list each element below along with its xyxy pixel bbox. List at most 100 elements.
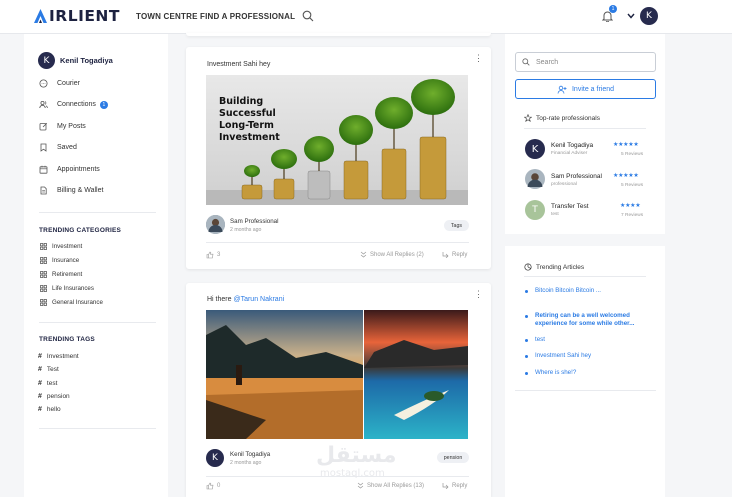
kebab-menu-icon[interactable]: ⋮ (474, 290, 483, 299)
trending-articles-label: Trending Articles (536, 263, 585, 271)
review-count[interactable]: 5 Reviews (621, 183, 643, 188)
divider (39, 428, 156, 429)
kebab-menu-icon[interactable]: ⋮ (474, 54, 483, 63)
logo-text: IRLIENT (49, 7, 120, 25)
divider (39, 212, 156, 213)
menu-item-connections[interactable]: Connections 1 (39, 100, 108, 109)
category-label: Insurance (52, 257, 80, 264)
post-author[interactable]: Sam Professional (230, 218, 279, 225)
search-input[interactable]: Search (515, 52, 656, 72)
tag-item-investment[interactable]: # Investment (38, 353, 79, 360)
hash-icon: # (38, 393, 42, 400)
post-image-caption: Building Successful Long-Term Investment (219, 96, 280, 143)
article-link[interactable]: Retiring can be a well welcomed experien… (535, 312, 650, 328)
professional-avatar[interactable]: T (525, 200, 545, 220)
post-tag-chip[interactable]: pension (437, 452, 469, 463)
post-title[interactable]: Investment Sahi hey (207, 61, 270, 68)
document-icon (40, 186, 47, 195)
category-item-general-insurance[interactable]: General Insurance (40, 299, 103, 306)
reply-icon (442, 252, 449, 258)
like-button[interactable]: 0 (206, 482, 220, 490)
tag-label: pension (46, 393, 70, 400)
trending-categories-title: TRENDING CATEGORIES (39, 227, 122, 234)
category-item-investment[interactable]: Investment (40, 243, 82, 250)
post-image[interactable]: Building Successful Long-Term Investment (206, 75, 468, 205)
professional-role: professional (551, 182, 577, 187)
users-icon (39, 100, 48, 109)
tag-item-test-lower[interactable]: # test (38, 380, 57, 387)
divider (524, 128, 646, 129)
post-time: 2 months ago (230, 460, 262, 466)
show-replies-button[interactable]: Show All Replies (13) (357, 482, 424, 489)
right-sidebar: Search Invite a friend Top-rate professi… (500, 34, 670, 497)
menu-item-billing-wallet[interactable]: Billing & Wallet (39, 186, 103, 195)
chat-icon (39, 79, 48, 88)
nav-town-centre[interactable]: TOWN CENTRE (136, 12, 198, 21)
watermark: مستقل mostaql.com (316, 443, 397, 480)
hash-icon: # (38, 380, 42, 387)
post-image-island-aerial[interactable] (364, 310, 468, 439)
professional-avatar-photo[interactable] (525, 169, 545, 189)
menu-item-courier[interactable]: Courier (39, 79, 80, 88)
reply-button[interactable]: Reply (442, 482, 467, 489)
bullet (525, 339, 528, 342)
tag-item-hello[interactable]: # hello (38, 406, 61, 413)
professional-name[interactable]: Kenil Togadiya (551, 142, 593, 149)
post-time: 2 months ago (230, 227, 262, 233)
profile-avatar[interactable]: K (38, 52, 55, 69)
notification-badge: 1 (609, 5, 617, 13)
professional-name[interactable]: Sam Professional (551, 173, 602, 180)
search-icon[interactable] (301, 9, 315, 23)
post-author[interactable]: Kenil Togadiya (230, 451, 270, 458)
chevron-down-icon[interactable] (626, 11, 636, 21)
menu-label: My Posts (57, 123, 86, 130)
professional-avatar[interactable]: K (525, 139, 545, 159)
user-avatar[interactable]: K (640, 7, 658, 25)
invite-friend-button[interactable]: Invite a friend (515, 79, 656, 99)
show-replies-button[interactable]: Show All Replies (2) (360, 251, 424, 258)
chevrons-down-icon (360, 251, 367, 258)
post-tag-chip[interactable]: Tags (444, 220, 469, 231)
category-item-insurance[interactable]: Insurance (40, 257, 79, 264)
profile-name[interactable]: Kenil Togadiya (60, 56, 113, 65)
category-item-life-insurances[interactable]: Life Insurances (40, 285, 94, 292)
menu-item-appointments[interactable]: Appointments (39, 165, 100, 174)
mention-link[interactable]: @Tarun Nakrani (233, 296, 284, 303)
like-button[interactable]: 3 (206, 251, 220, 259)
tag-label: Test (46, 366, 59, 373)
professional-role: Financial Adviser (551, 151, 588, 156)
review-count[interactable]: 7 Reviews (621, 213, 643, 218)
search-icon (522, 58, 530, 66)
grid-icon (40, 257, 47, 264)
thumbs-up-icon (206, 482, 214, 490)
post-title[interactable]: Hi there @Tarun Nakrani (207, 296, 284, 303)
menu-item-saved[interactable]: Saved (39, 143, 77, 152)
chevrons-down-icon (357, 482, 364, 489)
article-link[interactable]: Investment Sahi hey (535, 352, 650, 360)
post-image-sunset-lake[interactable] (206, 310, 363, 439)
article-link[interactable]: test (535, 336, 650, 344)
tag-item-pension[interactable]: # pension (38, 393, 70, 400)
article-link[interactable]: Where is she!? (535, 369, 650, 377)
author-avatar-photo[interactable] (206, 215, 225, 234)
divider (206, 242, 469, 243)
invite-label: Invite a friend (571, 85, 615, 93)
tag-label: Investment (46, 353, 79, 360)
review-count[interactable]: 5 Reviews (621, 152, 643, 157)
category-label: Investment (52, 243, 83, 250)
professional-name[interactable]: Transfer Test (551, 203, 589, 210)
professional-role: test (551, 212, 559, 217)
article-link[interactable]: Bitcoin Bitcoin Bitcoin ... (535, 287, 607, 295)
show-replies-label: Show All Replies (13) (367, 482, 425, 489)
author-avatar[interactable]: K (206, 449, 224, 467)
category-item-retirement[interactable]: Retirement (40, 271, 82, 278)
tag-item-test[interactable]: # Test (38, 366, 59, 373)
reply-label: Reply (452, 251, 468, 258)
bullet (525, 315, 528, 318)
menu-item-my-posts[interactable]: My Posts (39, 122, 86, 131)
logo[interactable]: IRLIENT (33, 7, 120, 25)
nav-find-professional[interactable]: FIND A PROFESSIONAL (200, 12, 295, 21)
reply-icon (442, 483, 449, 489)
reply-button[interactable]: Reply (442, 251, 467, 258)
post-title-text: Hi there (207, 296, 234, 303)
